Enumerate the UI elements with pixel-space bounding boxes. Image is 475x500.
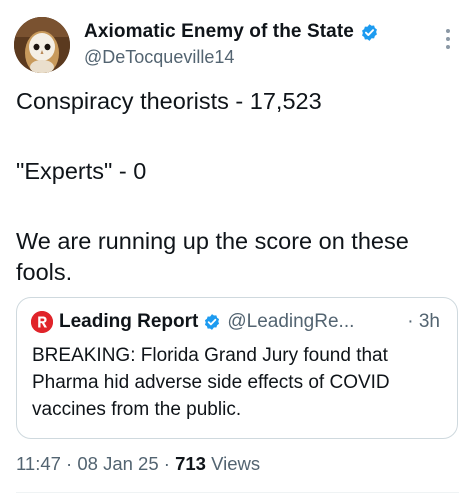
quoted-tweet-text: BREAKING: Florida Grand Jury found that … (32, 345, 390, 420)
author-display-name[interactable]: Axiomatic Enemy of the State (84, 21, 354, 43)
verified-check-icon (360, 23, 379, 42)
views-label: Views (205, 453, 261, 474)
tweet-meta: 11:47 · 08 Jan 25 · 713 Views (16, 453, 260, 475)
tweet-detail: Axiomatic Enemy of the State @DeTocquevi… (0, 0, 475, 500)
avatar[interactable] (14, 17, 70, 73)
tweet-timestamp[interactable]: 11:47 · 08 Jan 25 · (16, 453, 175, 474)
tweet-line-1: Conspiracy theorists - 17,523 (16, 88, 322, 114)
verified-check-icon (203, 313, 221, 331)
quoted-tweet-time: · 3h (407, 311, 440, 332)
tweet-line-2: "Experts" - 0 (16, 158, 147, 184)
leading-report-logo-icon (31, 311, 53, 333)
quoted-author-handle: @LeadingRe... (227, 311, 355, 332)
divider (16, 492, 459, 493)
views-count: 713 (175, 453, 206, 474)
quoted-author-name: Leading Report (59, 311, 199, 332)
quoted-tweet-header: Leading Report @LeadingRe... (31, 310, 354, 334)
quoted-tweet[interactable]: Leading Report @LeadingRe... · 3h BREAKI… (16, 297, 458, 439)
author-name-row[interactable]: Axiomatic Enemy of the State (84, 20, 379, 44)
author-handle[interactable]: @DeTocqueville14 (84, 47, 234, 68)
tweet-line-3: We are running up the score on these foo… (16, 228, 409, 285)
owl-avatar-icon (14, 17, 70, 73)
more-vertical-icon[interactable] (441, 27, 455, 53)
tweet-text: Conspiracy theorists - 17,523 "Experts" … (16, 86, 466, 288)
